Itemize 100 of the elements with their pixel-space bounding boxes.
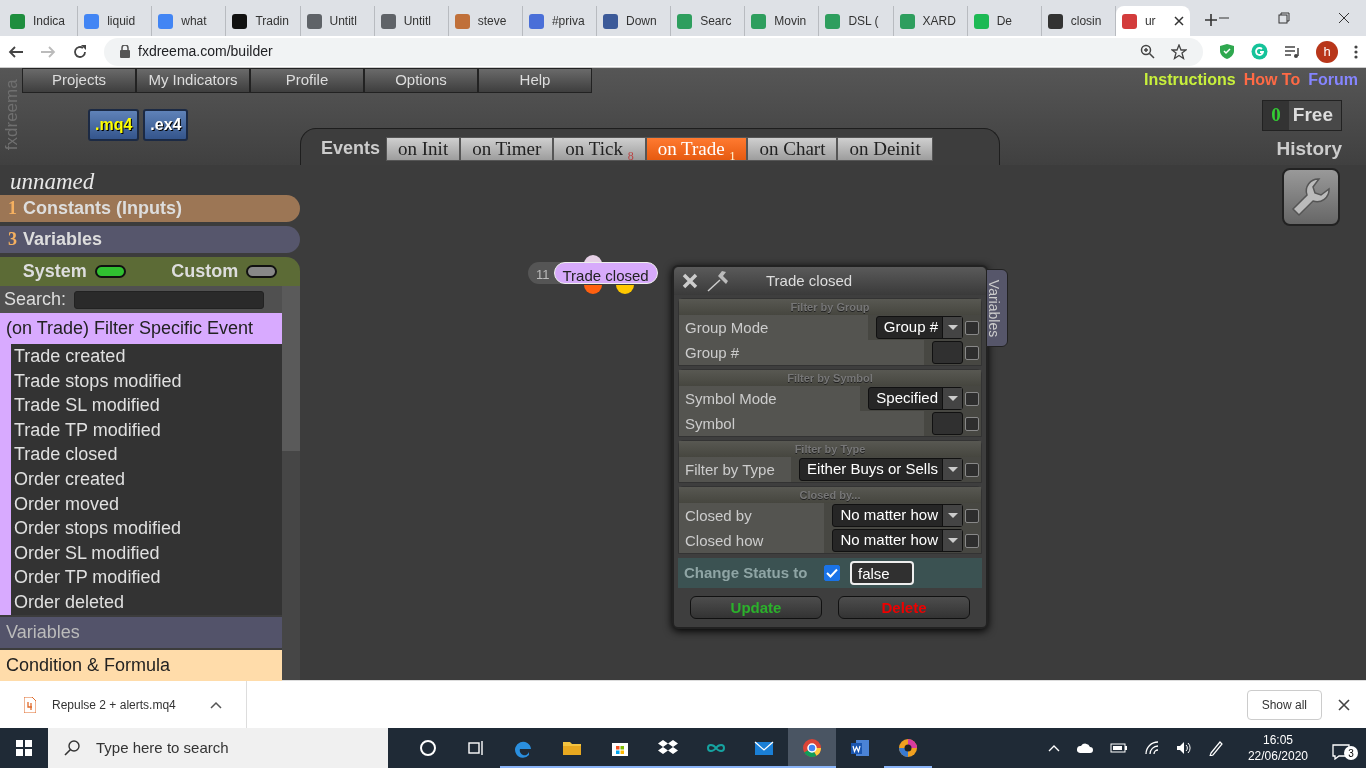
- reload-icon[interactable]: [72, 43, 88, 60]
- history-link[interactable]: History: [1276, 134, 1342, 163]
- export-button[interactable]: .mq4: [88, 109, 140, 141]
- star-icon[interactable]: [1171, 43, 1187, 60]
- show-all-button[interactable]: Show all: [1246, 689, 1322, 720]
- pen-icon[interactable]: [1207, 740, 1224, 756]
- block-item[interactable]: Order SL modified: [11, 540, 282, 566]
- category-header[interactable]: (on Trade) Filter Specific Event: [0, 313, 282, 344]
- category-header[interactable]: Variables: [0, 616, 282, 648]
- shield-icon[interactable]: [1219, 43, 1235, 60]
- side-tab[interactable]: Variables: [986, 269, 1008, 347]
- battery-icon[interactable]: [1109, 742, 1128, 754]
- file-icon: [24, 696, 36, 713]
- toggle-label: Custom: [171, 260, 239, 283]
- close-icon[interactable]: [1174, 16, 1184, 26]
- checkbox[interactable]: [965, 391, 979, 406]
- close-icon[interactable]: [1338, 698, 1350, 711]
- output-connector[interactable]: [616, 285, 634, 295]
- block-item[interactable]: Order deleted: [11, 589, 282, 615]
- search-field[interactable]: [74, 290, 265, 309]
- download-file[interactable]: Repulse 2 + alerts.mq4: [52, 695, 176, 714]
- toggle-switch[interactable]: [94, 265, 126, 278]
- task-view-icon[interactable]: [466, 738, 486, 758]
- input-field[interactable]: false: [850, 561, 914, 585]
- checkbox[interactable]: [965, 320, 979, 335]
- checkbox[interactable]: [965, 416, 979, 431]
- block-item[interactable]: Trade stops modified: [11, 368, 282, 394]
- field-label: Change Status to: [683, 562, 809, 583]
- checkbox[interactable]: [965, 533, 979, 548]
- select-field[interactable]: No matter how: [832, 529, 963, 552]
- block-item[interactable]: Trade TP modified: [11, 417, 282, 443]
- volume-icon[interactable]: [1175, 741, 1192, 755]
- menu-item[interactable]: My Indicators: [136, 68, 250, 93]
- input-field[interactable]: [932, 341, 963, 364]
- avatar[interactable]: h: [1316, 40, 1338, 63]
- chrome-icon[interactable]: [802, 738, 822, 758]
- checkbox[interactable]: [965, 462, 979, 477]
- toggle-switch[interactable]: [246, 265, 278, 278]
- block-item[interactable]: Trade created: [11, 344, 282, 369]
- wifi-icon[interactable]: [1143, 741, 1160, 755]
- app-icon[interactable]: [898, 738, 918, 758]
- document-icon[interactable]: [850, 738, 870, 758]
- search-label: Search:: [4, 288, 67, 311]
- scrollbar-thumb[interactable]: [282, 286, 300, 451]
- block-item[interactable]: Trade closed: [11, 442, 282, 467]
- field-label: Symbol Mode: [679, 386, 861, 411]
- menu-item[interactable]: Profile: [250, 68, 364, 93]
- field-label: Filter by Type: [679, 457, 792, 482]
- cloud-icon[interactable]: [1075, 742, 1094, 754]
- block-item[interactable]: Order created: [11, 466, 282, 492]
- back-icon[interactable]: [8, 43, 24, 60]
- block-item[interactable]: Order TP modified: [11, 565, 282, 590]
- windows-icon[interactable]: [16, 740, 32, 756]
- zoom-icon[interactable]: [1140, 43, 1155, 59]
- event-tab[interactable]: on Tick $_{8}$: [553, 136, 646, 161]
- input-connector[interactable]: [584, 254, 602, 264]
- select-field[interactable]: Either Buys or Sells: [799, 458, 963, 481]
- cortana-icon[interactable]: [418, 738, 438, 758]
- restore-icon[interactable]: [1278, 12, 1290, 24]
- settings-button[interactable]: [1282, 168, 1340, 226]
- category-header[interactable]: Condition & Formula: [0, 649, 282, 681]
- event-tab[interactable]: on Chart: [747, 136, 838, 161]
- menu-item[interactable]: Help: [478, 68, 592, 93]
- input-field[interactable]: [932, 412, 963, 435]
- event-tab[interactable]: on Deinit: [837, 136, 933, 161]
- url-text[interactable]: fxdreema.com/builder: [138, 41, 273, 62]
- notifications-button[interactable]: 3: [1332, 736, 1358, 760]
- checkbox[interactable]: [965, 345, 979, 360]
- output-connector[interactable]: [584, 285, 602, 295]
- event-tab[interactable]: on Timer: [460, 136, 554, 161]
- checkbox[interactable]: [965, 508, 979, 523]
- select-field[interactable]: Group #: [875, 316, 963, 339]
- node-title[interactable]: Trade closed: [553, 262, 658, 284]
- browser-tab[interactable]: ur: [1115, 6, 1190, 36]
- playlist-icon[interactable]: [1284, 44, 1300, 59]
- clock-time[interactable]: 16:05: [1247, 732, 1308, 748]
- lock-icon: [120, 45, 130, 58]
- section-header[interactable]: 3 Variables: [0, 226, 300, 253]
- checkbox[interactable]: [824, 565, 840, 581]
- export-button[interactable]: .ex4: [143, 109, 189, 141]
- field-label: Group Mode: [679, 315, 868, 340]
- block-item[interactable]: Order stops modified: [11, 516, 282, 541]
- menu-item[interactable]: Options: [364, 68, 478, 93]
- menu-item[interactable]: Projects: [22, 68, 136, 93]
- search-box[interactable]: Type here to search: [48, 728, 388, 768]
- header-link[interactable]: Instructions: [1144, 68, 1236, 92]
- chevron-icon[interactable]: [1047, 744, 1060, 752]
- clock-date[interactable]: 22/06/2020: [1247, 748, 1308, 764]
- new-tab-icon[interactable]: [1204, 13, 1218, 27]
- select-field[interactable]: No matter how: [832, 504, 963, 527]
- update-button[interactable]: Update: [690, 596, 822, 619]
- section-label: Variables: [23, 228, 103, 251]
- event-tab[interactable]: on Init: [386, 136, 461, 161]
- close-icon[interactable]: [1338, 12, 1350, 24]
- block-item[interactable]: Trade SL modified: [11, 393, 282, 418]
- caret-icon[interactable]: [209, 700, 222, 709]
- notification-count: 3: [1344, 746, 1358, 760]
- select-field[interactable]: Specified: [868, 387, 963, 410]
- block-item[interactable]: Order moved: [11, 491, 282, 517]
- menu-icon[interactable]: [1354, 43, 1358, 60]
